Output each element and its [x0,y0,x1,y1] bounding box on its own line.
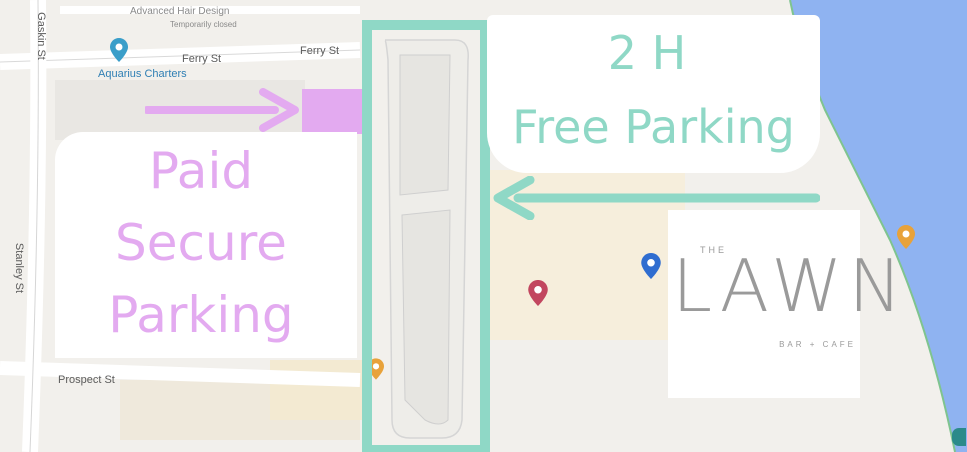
free-parking-line-2: Free Parking [512,100,795,154]
parking-map: Advanced Hair Design Temporarily closed … [0,0,967,452]
free-parking-area-outline [362,20,490,452]
poi-label-aquarius-charters: Aquarius Charters [98,68,187,80]
street-label-gaskin-st: Gaskin St [34,12,47,60]
free-parking-line-1: 2 H [607,26,687,80]
arrow-right-icon [145,88,299,132]
map-badge [952,428,966,446]
paid-parking-line-3: Parking [108,286,294,344]
street-label-stanley-st: Stanley St [13,242,26,294]
map-pin-icon [641,253,661,279]
street-label-ferry-st: Ferry St [182,53,222,65]
the-lawn-logo-name: LAWN [672,244,909,328]
map-pin-icon [528,280,548,306]
map-pin-icon [110,38,128,62]
business-label: Advanced Hair Design [130,6,230,17]
street-label-ferry-st: Ferry St [300,45,340,57]
paid-parking-line-2: Secure [115,214,287,272]
the-lawn-logo-tag: BAR + CAFE [779,340,856,349]
paid-parking-marker [302,89,362,134]
business-status-label: Temporarily closed [170,20,237,29]
street-label-prospect-st: Prospect St [58,374,115,386]
paid-parking-line-1: Paid [148,142,254,200]
